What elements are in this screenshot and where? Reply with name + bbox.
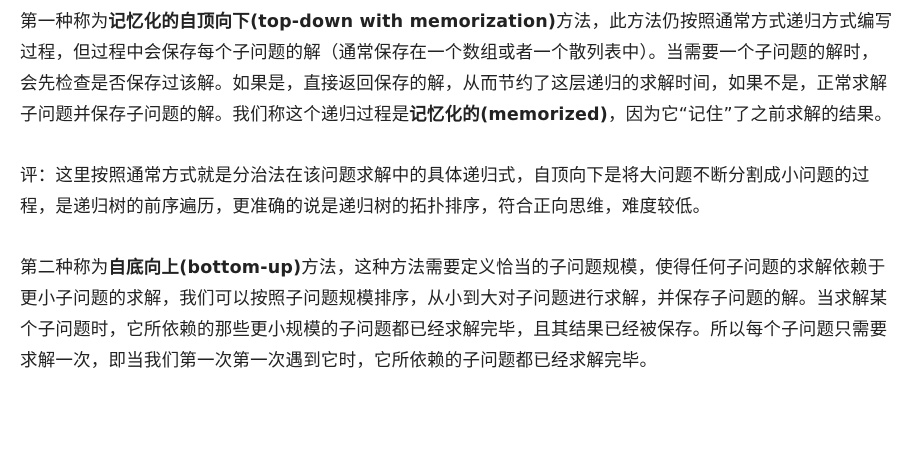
paragraph-comment: 评：这里按照通常方式就是分治法在该问题求解中的具体递归式，自顶向下是将大问题不断… — [20, 161, 894, 223]
paragraph-bottom-up: 第二种称为自底向上(bottom-up)方法，这种方法需要定义恰当的子问题规模，… — [20, 253, 894, 377]
bold-term-bottom-up: 自底向上(bottom-up) — [108, 258, 302, 278]
paragraph-text: 第一种称为 — [20, 12, 109, 32]
bold-term-top-down: 记忆化的自顶向下(top-down with memorization) — [108, 12, 557, 32]
paragraph-text: 第二种称为 — [20, 258, 109, 278]
paragraph-text: ，因为它“记住”了之前求解的结果。 — [607, 105, 893, 125]
article-body: 第一种称为记忆化的自顶向下(top-down with memorization… — [20, 0, 894, 377]
bold-term-memorized: 记忆化的(memorized) — [409, 105, 608, 125]
paragraph-text: 评：这里按照通常方式就是分治法在该问题求解中的具体递归式，自顶向下是将大问题不断… — [20, 166, 870, 217]
paragraph-top-down: 第一种称为记忆化的自顶向下(top-down with memorization… — [20, 0, 894, 131]
